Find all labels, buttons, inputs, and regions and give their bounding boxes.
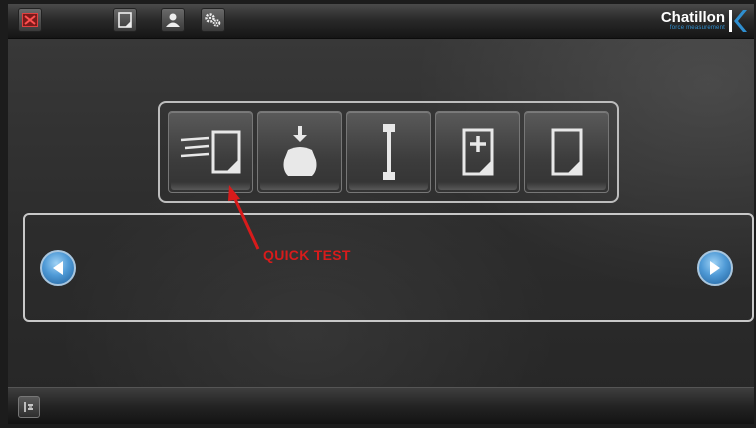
annotation-arrow [228, 185, 260, 250]
app-screen: Chatillon force measurement QUICK TEST [8, 4, 754, 424]
menu-toggle-icon [24, 402, 33, 412]
menu-toggle-button[interactable] [18, 396, 40, 418]
quick-test-annotation: QUICK TEST [263, 247, 351, 263]
bottom-bar [8, 387, 754, 424]
